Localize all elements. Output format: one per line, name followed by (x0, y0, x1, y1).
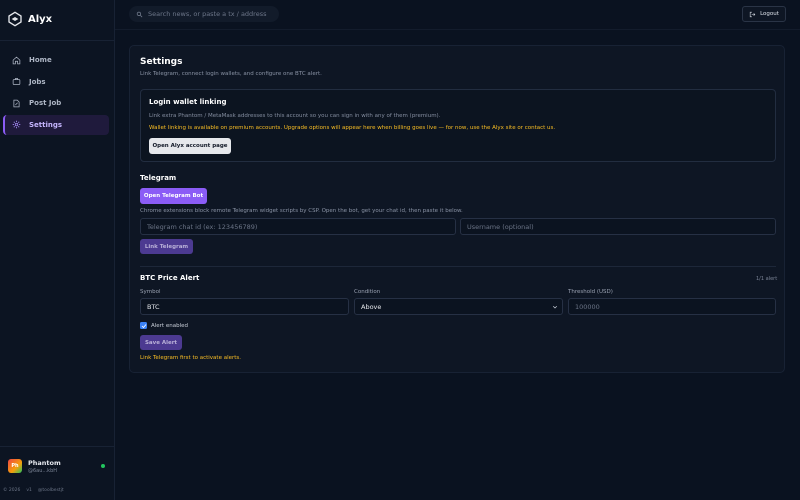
brand-name: Alyx (28, 13, 53, 25)
threshold-input[interactable] (568, 298, 776, 315)
sidebar-nav: Home Jobs Post Job Settings (3, 50, 109, 136)
symbol-input[interactable] (140, 298, 349, 315)
telegram-chat-id-input[interactable] (140, 218, 456, 235)
page-subtitle: Link Telegram, connect login wallets, an… (140, 71, 322, 77)
sidebar-item-settings[interactable]: Settings (3, 114, 109, 135)
symbol-label: Symbol (140, 289, 161, 295)
link-telegram-button[interactable]: Link Telegram (140, 239, 193, 254)
user-handle: @6au...kbH (28, 467, 58, 474)
sidebar-divider (0, 40, 114, 41)
gear-icon (12, 120, 21, 129)
alyx-logo-icon (8, 11, 22, 27)
page-title: Settings (140, 57, 183, 67)
sidebar-footer: © 2026 v1 @toolbestjt (3, 488, 64, 493)
sidebar-item-label: Settings (29, 120, 63, 129)
logout-icon (749, 11, 756, 17)
wallet-linking-warning: Wallet linking is available on premium a… (149, 125, 556, 131)
online-status-dot (101, 464, 105, 468)
wallet-linking-card: Login wallet linking Link extra Phantom … (140, 89, 776, 162)
sidebar-item-jobs[interactable]: Jobs (3, 72, 109, 92)
condition-label: Condition (354, 289, 381, 295)
sidebar-item-label: Home (29, 56, 52, 64)
search-input[interactable] (148, 10, 276, 18)
topbar-divider (115, 29, 800, 30)
chevron-down-icon (552, 305, 558, 309)
briefcase-icon (12, 78, 21, 85)
alert-enabled-row: Alert enabled (140, 322, 188, 329)
alert-activation-note: Link Telegram first to activate alerts. (140, 355, 242, 361)
wallet-linking-description: Link extra Phantom / MetaMask addresses … (149, 113, 441, 119)
sidebar-item-label: Jobs (29, 77, 46, 86)
open-telegram-bot-button[interactable]: Open Telegram Bot (140, 188, 207, 204)
telegram-username-input[interactable] (460, 218, 776, 235)
search-icon (136, 11, 143, 17)
home-icon (12, 56, 21, 64)
search-bar[interactable] (129, 6, 279, 22)
section-divider (140, 266, 776, 267)
logout-button[interactable]: Logout (742, 6, 786, 22)
telegram-hint: Chrome extensions block remote Telegram … (140, 208, 463, 214)
logout-label: Logout (760, 11, 779, 17)
version-text: v1 (26, 488, 32, 493)
alert-counter: 1/1 alert (756, 276, 778, 282)
sidebar: Alyx Home Jobs Post Job Settings Ph Phan… (0, 0, 115, 500)
document-edit-icon (13, 99, 20, 107)
copyright-text: © 2026 (3, 488, 21, 493)
footer-handle-link[interactable]: @toolbestjt (38, 488, 64, 493)
condition-selected-value: Above (361, 302, 382, 311)
sidebar-item-label: Post Job (29, 99, 62, 107)
user-card[interactable]: Ph Phantom @6au...kbH (3, 453, 111, 479)
user-info: Phantom @6au...kbH (28, 459, 61, 474)
alert-enabled-checkbox[interactable] (140, 322, 147, 329)
save-alert-button[interactable]: Save Alert (140, 335, 182, 350)
open-account-page-button[interactable]: Open Alyx account page (149, 138, 231, 154)
telegram-section-title: Telegram (140, 174, 177, 182)
avatar: Ph (8, 459, 22, 473)
condition-select[interactable]: Above (354, 298, 563, 315)
btc-alert-title: BTC Price Alert (140, 274, 200, 282)
check-icon (141, 323, 146, 328)
alert-enabled-label: Alert enabled (151, 322, 188, 329)
user-name: Phantom (28, 458, 61, 467)
sidebar-item-post-job[interactable]: Post Job (3, 93, 109, 113)
settings-panel: Settings Link Telegram, connect login wa… (129, 45, 785, 373)
sidebar-item-home[interactable]: Home (3, 50, 109, 70)
wallet-linking-title: Login wallet linking (149, 98, 227, 106)
threshold-label: Threshold (USD) (568, 289, 613, 295)
sidebar-footer-divider (0, 446, 114, 447)
brand[interactable]: Alyx (7, 11, 52, 27)
